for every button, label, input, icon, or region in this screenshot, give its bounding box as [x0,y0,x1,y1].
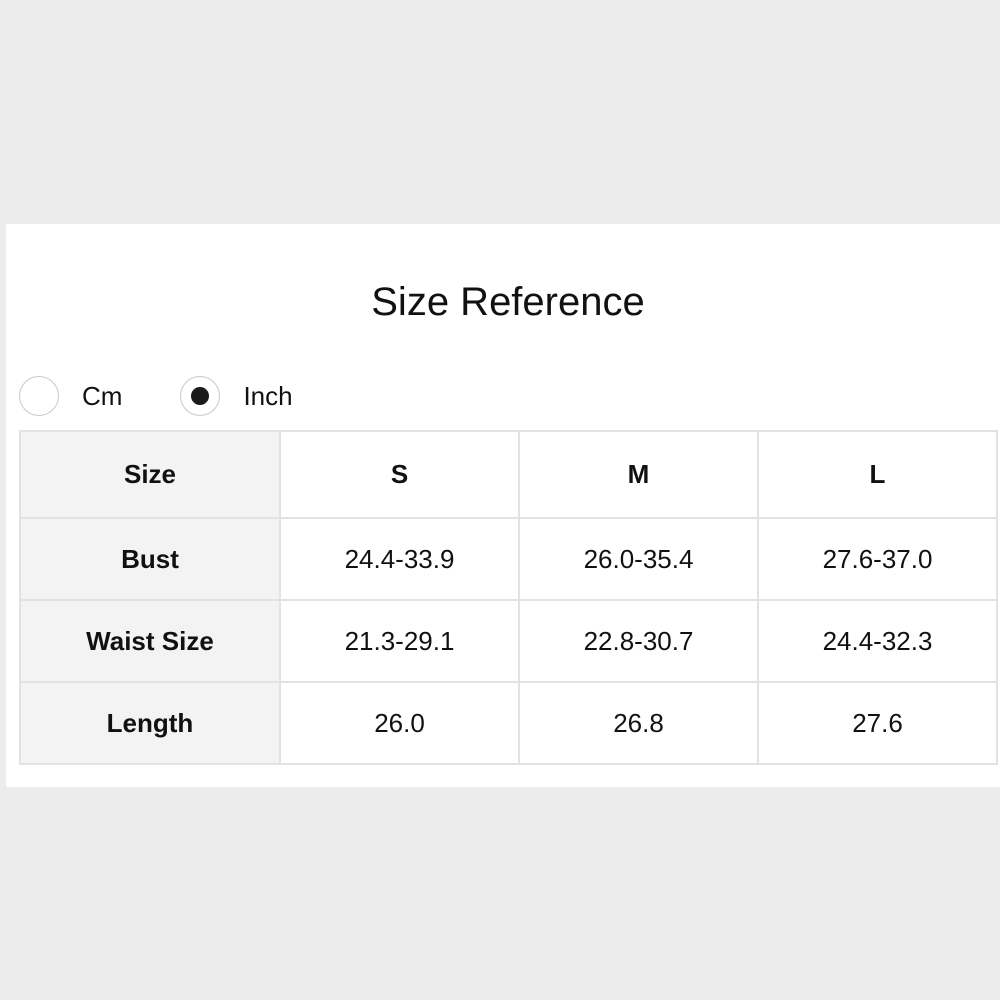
corner-header: Size [19,430,281,519]
page-title: Size Reference [371,280,645,324]
column-header-m: M [518,430,759,519]
table-cell: 22.8-30.7 [518,599,759,683]
table-cell: 26.0 [279,681,520,765]
column-header-s: S [279,430,520,519]
table-header-row: Size S M L [19,430,998,519]
unit-label-cm: Cm [82,380,123,411]
table-row-length: Length 26.0 26.8 27.6 [19,681,998,765]
radio-selected-dot-icon [191,387,210,405]
radio-button-inch[interactable] [180,376,221,416]
table-row-waist-size: Waist Size 21.3-29.1 22.8-30.7 24.4-32.3 [19,599,998,683]
radio-button-cm[interactable] [19,376,59,416]
unit-selector: Cm Inch [19,375,293,417]
size-table: Size S M L Bust 24.4-33.9 26.0-35.4 27.6… [19,430,998,765]
table-cell: 21.3-29.1 [279,599,520,683]
row-label-bust: Bust [19,517,281,601]
table-row-bust: Bust 24.4-33.9 26.0-35.4 27.6-37.0 [19,517,998,601]
table-cell: 24.4-33.9 [279,517,520,601]
table-cell: 24.4-32.3 [757,599,998,683]
unit-label-inch: Inch [243,380,293,411]
row-label-waist-size: Waist Size [19,599,281,683]
table-cell: 26.8 [518,681,759,765]
column-header-l: L [757,430,998,519]
table-cell: 26.0-35.4 [518,517,759,601]
table-cell: 27.6-37.0 [757,517,998,601]
table-cell: 27.6 [757,681,998,765]
size-reference-panel: Size Reference Cm Inch Size S M L Bust 2… [6,224,1000,787]
unit-option-cm[interactable]: Cm [19,376,180,416]
unit-option-inch[interactable]: Inch [180,376,293,416]
row-label-length: Length [19,681,281,765]
